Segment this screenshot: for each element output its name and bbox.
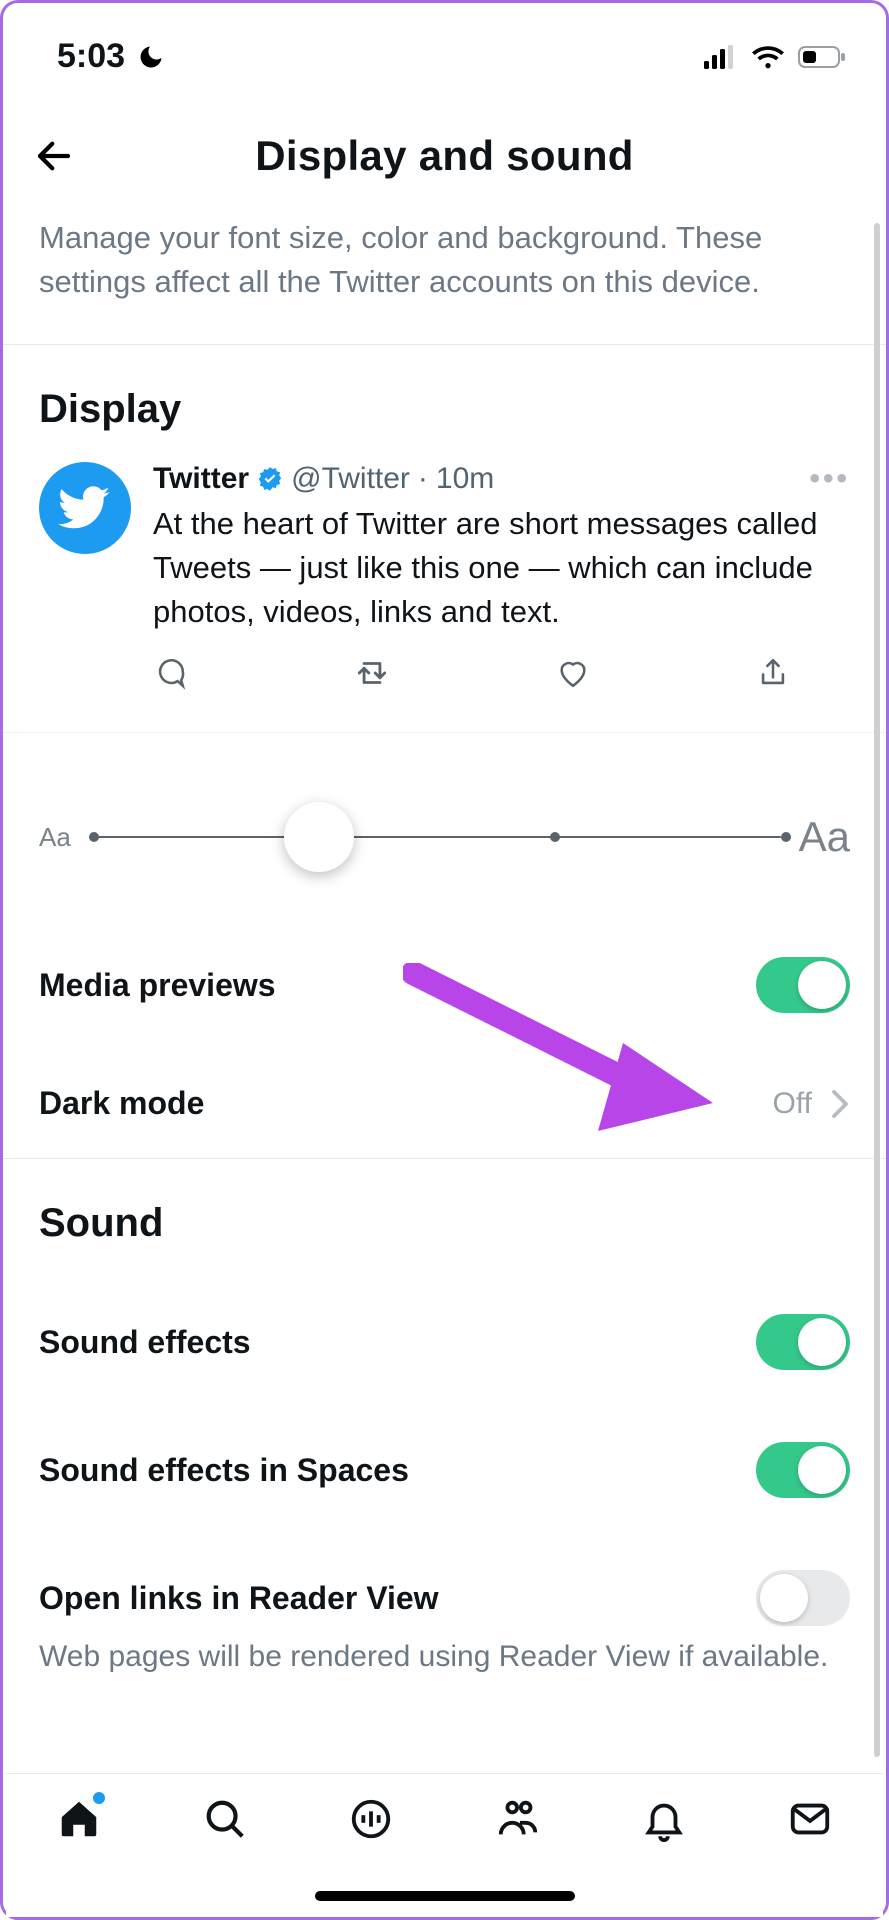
- reader-view-label: Open links in Reader View: [39, 1580, 756, 1617]
- media-previews-label: Media previews: [39, 967, 756, 1004]
- wifi-icon: [752, 45, 784, 69]
- dark-mode-value: Off: [773, 1087, 812, 1121]
- tab-search[interactable]: [195, 1796, 255, 1842]
- like-icon[interactable]: [556, 656, 590, 690]
- section-sound: Sound: [3, 1159, 886, 1278]
- reader-view-toggle[interactable]: [756, 1570, 850, 1626]
- tab-messages[interactable]: [780, 1796, 840, 1842]
- tab-spaces[interactable]: [341, 1796, 401, 1842]
- twitter-avatar: [39, 462, 131, 554]
- row-sound-effects[interactable]: Sound effects: [3, 1278, 886, 1406]
- battery-icon: [798, 45, 846, 69]
- status-bar: 5:03: [3, 3, 886, 86]
- slider-knob[interactable]: [284, 802, 354, 872]
- page-header: Display and sound: [3, 86, 886, 210]
- dark-mode-label: Dark mode: [39, 1085, 773, 1122]
- section-title-display: Display: [39, 387, 850, 432]
- row-reader-view[interactable]: Open links in Reader View: [3, 1534, 886, 1640]
- page-description: Manage your font size, color and backgro…: [3, 210, 886, 344]
- cellular-icon: [704, 45, 738, 69]
- tweet-separator: ·: [418, 462, 428, 496]
- sound-effects-label: Sound effects: [39, 1324, 756, 1361]
- row-dark-mode[interactable]: Dark mode Off: [3, 1049, 886, 1158]
- row-spaces-sound[interactable]: Sound effects in Spaces: [3, 1406, 886, 1534]
- status-time: 5:03: [57, 37, 125, 76]
- do-not-disturb-icon: [137, 43, 165, 71]
- notification-dot: [93, 1792, 105, 1804]
- verified-badge-icon: [257, 466, 283, 492]
- tweet-author-handle: @Twitter: [291, 462, 410, 496]
- tweet-body: At the heart of Twitter are short messag…: [153, 502, 850, 634]
- chevron-right-icon: [830, 1089, 850, 1119]
- spaces-sound-label: Sound effects in Spaces: [39, 1452, 756, 1489]
- font-large-label: Aa: [799, 813, 850, 861]
- scrollbar[interactable]: [874, 223, 880, 1757]
- font-size-slider[interactable]: Aa Aa: [3, 733, 886, 921]
- retweet-icon[interactable]: [353, 656, 391, 690]
- home-indicator: [315, 1891, 575, 1901]
- back-button[interactable]: [33, 135, 87, 177]
- media-previews-toggle[interactable]: [756, 957, 850, 1013]
- tweet-time: 10m: [436, 462, 494, 496]
- tab-home[interactable]: [49, 1796, 109, 1842]
- section-title-sound: Sound: [39, 1201, 850, 1246]
- spaces-sound-toggle[interactable]: [756, 1442, 850, 1498]
- tab-notifications[interactable]: [634, 1796, 694, 1842]
- tab-communities[interactable]: [488, 1796, 548, 1842]
- row-media-previews[interactable]: Media previews: [3, 921, 886, 1049]
- tweet-more-icon[interactable]: •••: [809, 462, 850, 496]
- reader-view-helper: Web pages will be rendered using Reader …: [3, 1640, 886, 1698]
- reply-icon[interactable]: [153, 656, 187, 690]
- share-icon[interactable]: [756, 656, 790, 690]
- tweet-author-name: Twitter: [153, 462, 249, 496]
- sound-effects-toggle[interactable]: [756, 1314, 850, 1370]
- page-title: Display and sound: [87, 132, 802, 180]
- section-display: Display Twitter @Twitter · 10m ••• At th…: [3, 345, 886, 732]
- tweet-preview: Twitter @Twitter · 10m ••• At the heart …: [39, 456, 850, 690]
- font-small-label: Aa: [39, 822, 71, 853]
